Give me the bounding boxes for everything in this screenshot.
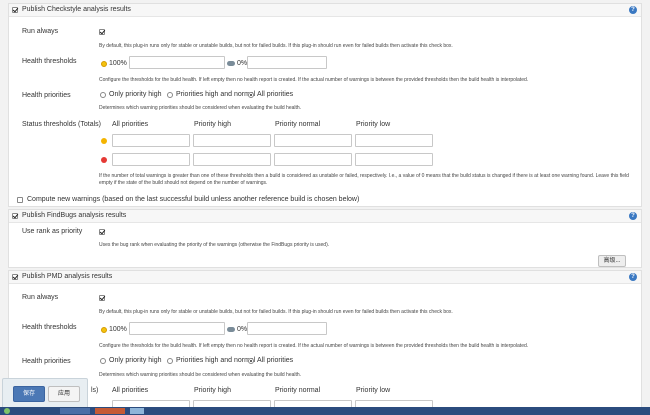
pmd-health-label: Health thresholds	[22, 324, 77, 331]
priorities-desc: Determines which warning priorities shou…	[99, 105, 302, 111]
priority-all-label: All priorities	[257, 91, 294, 98]
pmd-status-label-tail: ls)	[91, 387, 99, 394]
help-icon[interactable]: ?	[629, 273, 637, 281]
pmd-priority-high-radio[interactable]	[100, 358, 106, 364]
pmd-status-col-all: All priorities	[112, 387, 149, 394]
status-desc: If the number of total warnings is great…	[99, 173, 629, 186]
run-always-label: Run always	[22, 28, 59, 35]
failed-high-input[interactable]	[193, 153, 271, 166]
pmd-status-col-high: Priority high	[194, 387, 231, 394]
priority-high-normal-radio[interactable]	[167, 92, 173, 98]
status-col-low: Priority low	[356, 121, 391, 128]
pmd-priority-high-normal-radio[interactable]	[167, 358, 173, 364]
unstable-icon	[101, 138, 107, 144]
findbugs-enable-checkbox[interactable]	[12, 213, 18, 219]
use-rank-checkbox[interactable]	[99, 229, 105, 235]
priority-high-label: Only priority high	[109, 91, 162, 98]
pmd-priority-all-label: All priorities	[257, 357, 294, 364]
cloudy-icon	[227, 61, 235, 66]
checkstyle-title: Publish Checkstyle analysis results	[22, 6, 131, 13]
checkstyle-enable-checkbox[interactable]	[12, 7, 18, 13]
save-button[interactable]: 保存	[13, 386, 45, 402]
pmd-health-100-label: 100%	[109, 326, 127, 333]
status-col-high: Priority high	[194, 121, 231, 128]
health-thresholds-label: Health thresholds	[22, 58, 77, 65]
pmd-health-0-label: 0%	[237, 326, 248, 333]
run-always-desc: By default, this plug-in runs only for s…	[99, 43, 453, 49]
pmd-title: Publish PMD analysis results	[22, 273, 113, 280]
pmd-status-col-low: Priority low	[356, 387, 391, 394]
failed-icon	[101, 157, 107, 163]
priority-high-normal-label: Priorities high and normal	[176, 91, 256, 98]
unstable-low-input[interactable]	[355, 134, 433, 147]
pmd-run-always-label: Run always	[22, 294, 59, 301]
pmd-health-0-input[interactable]	[247, 322, 327, 335]
use-rank-label: Use rank as priority	[22, 228, 83, 235]
compute-new-label: Compute new warnings (based on the last …	[27, 196, 360, 203]
sunny-icon	[101, 327, 107, 333]
pmd-status-col-normal: Priority normal	[275, 387, 321, 394]
os-taskbar	[0, 407, 650, 415]
health-100-label: 100%	[109, 60, 127, 67]
findbugs-section: Publish FindBugs analysis results ? Use …	[8, 209, 642, 268]
health-0-label: 0%	[237, 60, 248, 67]
pmd-priority-high-normal-label: Priorities high and normal	[176, 357, 256, 364]
status-col-all: All priorities	[112, 121, 149, 128]
compute-new-checkbox[interactable]	[17, 197, 23, 203]
pmd-priorities-label: Health priorities	[22, 358, 71, 365]
cloudy-icon	[227, 327, 235, 332]
unstable-normal-input[interactable]	[274, 134, 352, 147]
unstable-high-input[interactable]	[193, 134, 271, 147]
pmd-run-always-desc: By default, this plug-in runs only for s…	[99, 309, 453, 315]
pmd-health-desc: Configure the thresholds for the build h…	[99, 343, 529, 349]
bottom-button-bar: 保存 应用	[2, 378, 88, 409]
run-always-checkbox[interactable]	[99, 29, 105, 35]
sunny-icon	[101, 61, 107, 67]
taskbar-app-icon[interactable]	[95, 408, 125, 414]
findbugs-title: Publish FindBugs analysis results	[22, 212, 127, 219]
pmd-priorities-desc: Determines which warning priorities shou…	[99, 372, 302, 378]
pmd-run-always-checkbox[interactable]	[99, 295, 105, 301]
health-100-input[interactable]	[129, 56, 225, 69]
pmd-priority-all-radio[interactable]	[248, 358, 254, 364]
health-desc: Configure the thresholds for the build h…	[99, 77, 529, 83]
pmd-health-100-input[interactable]	[129, 322, 225, 335]
health-0-input[interactable]	[247, 56, 327, 69]
status-thresholds-label: Status thresholds (Totals)	[22, 121, 101, 128]
priority-high-radio[interactable]	[100, 92, 106, 98]
pmd-priority-high-label: Only priority high	[109, 357, 162, 364]
pmd-section: Publish PMD analysis results ? Run alway…	[8, 270, 642, 413]
health-priorities-label: Health priorities	[22, 92, 71, 99]
help-icon[interactable]: ?	[629, 6, 637, 14]
status-col-normal: Priority normal	[275, 121, 321, 128]
checkstyle-section: Publish Checkstyle analysis results ? Ru…	[8, 3, 642, 207]
use-rank-desc: Uses the bug rank when evaluating the pr…	[99, 242, 330, 248]
failed-low-input[interactable]	[355, 153, 433, 166]
priority-all-radio[interactable]	[248, 92, 254, 98]
advanced-button[interactable]: 高级...	[598, 255, 626, 267]
help-icon[interactable]: ?	[629, 212, 637, 220]
failed-normal-input[interactable]	[274, 153, 352, 166]
unstable-all-input[interactable]	[112, 134, 190, 147]
failed-all-input[interactable]	[112, 153, 190, 166]
taskbar-app-icon[interactable]	[130, 408, 144, 414]
apply-button[interactable]: 应用	[48, 386, 80, 402]
taskbar-app-icon[interactable]	[60, 408, 90, 414]
start-icon[interactable]	[4, 408, 10, 414]
pmd-enable-checkbox[interactable]	[12, 274, 18, 280]
